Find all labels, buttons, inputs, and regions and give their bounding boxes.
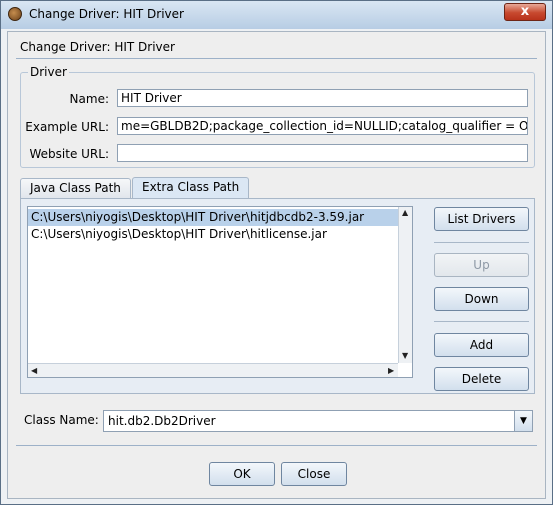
example-url-field[interactable]: me=GBLDB2D;package_collection_id=NULLID;… — [117, 117, 528, 135]
title-bar[interactable]: Change Driver: HIT Driver x — [1, 1, 552, 29]
website-url-label: Website URL: — [29, 147, 110, 161]
window-title: Change Driver: HIT Driver — [29, 7, 184, 21]
class-path-list[interactable]: C:\Users\niyogis\Desktop\HIT Driver\hitj… — [27, 206, 413, 378]
button-separator — [434, 321, 529, 322]
name-label: Name: — [69, 92, 109, 106]
extra-class-path-panel: C:\Users\niyogis\Desktop\HIT Driver\hitj… — [20, 198, 535, 394]
driver-group: Driver Name: HIT Driver Example URL: me=… — [20, 65, 535, 168]
example-url-label: Example URL: — [25, 120, 109, 134]
dialog-header-title: Change Driver: HIT Driver — [20, 40, 175, 54]
class-name-value: hit.db2.Db2Driver — [108, 414, 216, 428]
scroll-right-arrow-icon[interactable]: ▶ — [388, 366, 394, 375]
button-separator — [434, 242, 529, 243]
driver-group-legend: Driver — [28, 65, 69, 79]
class-name-combobox[interactable]: hit.db2.Db2Driver ▼ — [103, 410, 533, 432]
scroll-left-arrow-icon[interactable]: ◀ — [31, 366, 37, 375]
scroll-up-arrow-icon[interactable]: ▲ — [402, 208, 408, 217]
close-button[interactable]: Close — [281, 462, 347, 486]
website-url-field[interactable] — [117, 144, 528, 162]
up-button[interactable]: Up — [434, 253, 529, 277]
class-name-label: Class Name: — [24, 413, 99, 427]
tab-java-class-path[interactable]: Java Class Path — [20, 178, 131, 198]
name-field[interactable]: HIT Driver — [117, 89, 528, 107]
list-item[interactable]: C:\Users\niyogis\Desktop\HIT Driver\hitj… — [28, 209, 398, 226]
app-icon — [8, 7, 22, 21]
list-drivers-button[interactable]: List Drivers — [434, 207, 529, 231]
ok-button[interactable]: OK — [209, 462, 275, 486]
tab-extra-class-path[interactable]: Extra Class Path — [132, 177, 250, 198]
header-divider — [16, 58, 537, 59]
scroll-down-arrow-icon[interactable]: ▼ — [402, 351, 408, 360]
dialog-window: Change Driver: HIT Driver x Change Drive… — [0, 0, 553, 505]
down-button[interactable]: Down — [434, 287, 529, 311]
list-item[interactable]: C:\Users\niyogis\Desktop\HIT Driver\hitl… — [28, 226, 398, 243]
footer-divider — [16, 445, 537, 446]
dialog-content: Change Driver: HIT Driver Driver Name: H… — [7, 31, 546, 499]
vertical-scrollbar[interactable]: ▲ ▼ — [398, 207, 412, 363]
add-button[interactable]: Add — [434, 333, 529, 357]
delete-button[interactable]: Delete — [434, 367, 529, 391]
window-close-button[interactable]: x — [504, 3, 546, 21]
chevron-down-icon[interactable]: ▼ — [514, 411, 532, 431]
horizontal-scrollbar[interactable]: ◀ ▶ — [28, 363, 398, 377]
